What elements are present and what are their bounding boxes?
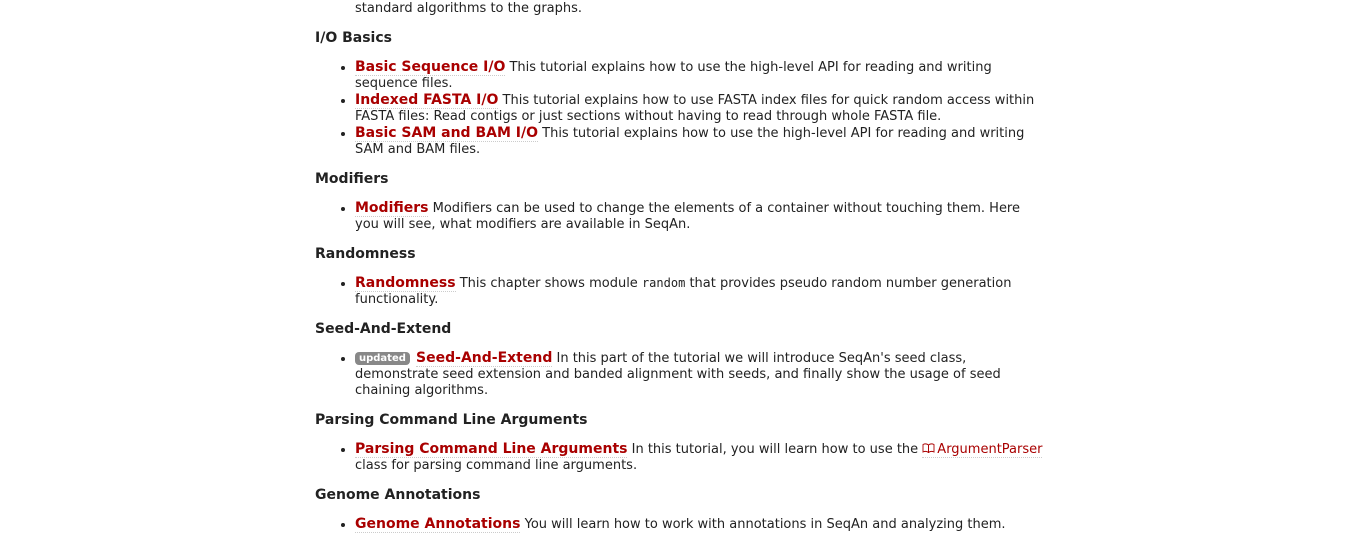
genome-annotations-list: Genome Annotations You will learn how to… (315, 516, 1045, 533)
modifiers-link[interactable]: Modifiers (355, 200, 429, 217)
list-item: Basic SAM and BAM I/O This tutorial expl… (355, 125, 1045, 158)
item-description: You will learn how to work with annotati… (524, 517, 1006, 532)
genome-annotations-link[interactable]: Genome Annotations (355, 516, 521, 533)
parsing-args-link[interactable]: Parsing Command Line Arguments (355, 441, 628, 458)
section-heading-seed-and-extend: Seed-And-Extend (315, 321, 452, 337)
randomness-list: Randomness This chapter shows module ran… (315, 275, 1045, 308)
list-item: updated Seed-And-Extend In this part of … (355, 350, 1045, 399)
book-icon (922, 442, 935, 454)
list-item: Indexed FASTA I/O This tutorial explains… (355, 92, 1045, 125)
list-item: Randomness This chapter shows module ran… (355, 275, 1045, 308)
section-heading-randomness: Randomness (315, 246, 416, 262)
section-heading-modifiers: Modifiers (315, 171, 389, 187)
argument-parser-link[interactable]: ArgumentParser (922, 442, 1043, 458)
section-heading-genome-annotations: Genome Annotations (315, 487, 481, 503)
list-item: Parsing Command Line Arguments In this t… (355, 441, 1045, 474)
indexed-fasta-io-link[interactable]: Indexed FASTA I/O (355, 92, 499, 109)
modifiers-list: Modifiers Modifiers can be used to chang… (315, 200, 1045, 233)
item-description-end: class for parsing command line arguments… (355, 458, 638, 473)
section-heading-parsing-args: Parsing Command Line Arguments (315, 412, 588, 428)
io-basics-list: Basic Sequence I/O This tutorial explain… (315, 59, 1045, 158)
list-item: Basic Sequence I/O This tutorial explain… (355, 59, 1045, 92)
item-description-start: In this tutorial, you will learn how to … (631, 442, 919, 457)
item-description: Modifiers can be used to change the elem… (355, 201, 1020, 232)
intro-paragraph: HMMs, how to store additional informatio… (355, 1, 583, 16)
randomness-link[interactable]: Randomness (355, 275, 456, 292)
argument-parser-label: ArgumentParser (937, 442, 1043, 457)
parsing-args-list: Parsing Command Line Arguments In this t… (315, 441, 1045, 474)
list-item: Genome Annotations You will learn how to… (355, 516, 1045, 533)
seed-and-extend-list: updated Seed-And-Extend In this part of … (315, 350, 1045, 399)
seed-and-extend-link[interactable]: Seed-And-Extend (416, 350, 553, 367)
tutorial-content: HMMs, how to store additional informatio… (315, 0, 1045, 533)
basic-sam-bam-io-link[interactable]: Basic SAM and BAM I/O (355, 125, 538, 142)
basic-sequence-io-link[interactable]: Basic Sequence I/O (355, 59, 506, 76)
list-item: Modifiers Modifiers can be used to chang… (355, 200, 1045, 233)
item-description-start: This chapter shows module (459, 276, 638, 291)
updated-badge: updated (355, 352, 410, 365)
section-heading-io-basics: I/O Basics (315, 30, 392, 46)
module-name-code: random (641, 276, 686, 290)
